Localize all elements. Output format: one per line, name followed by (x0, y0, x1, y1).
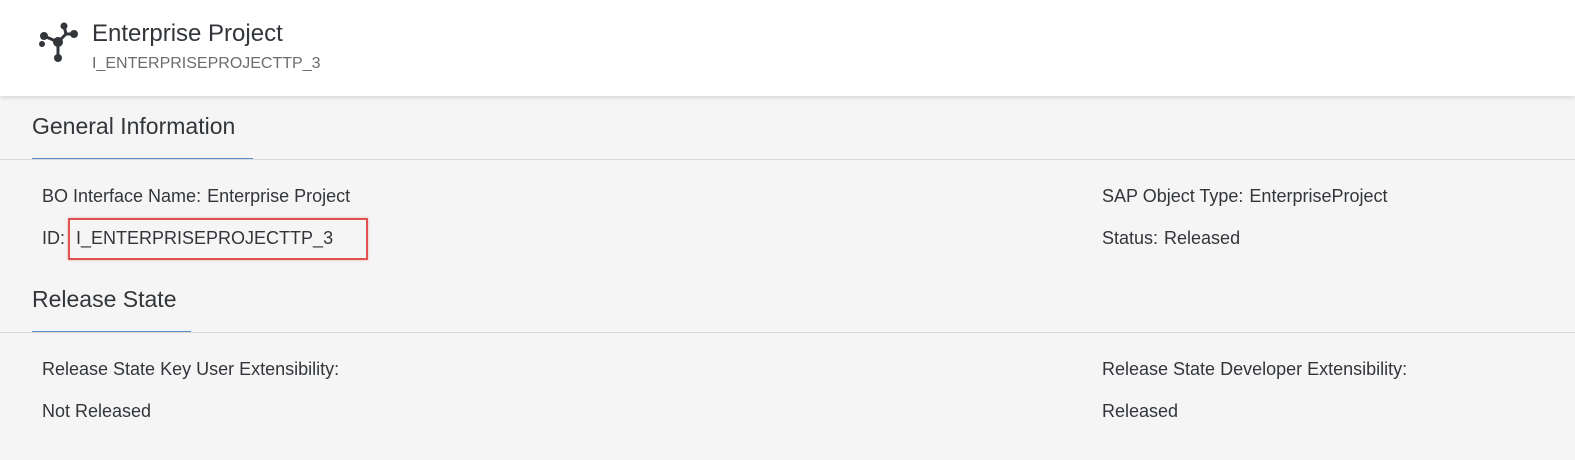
object-header: Enterprise Project I_ENTERPRISEPROJECTTP… (0, 0, 1575, 96)
page-title: Enterprise Project (92, 20, 283, 47)
id-highlight-box (68, 218, 368, 260)
developer-extensibility-value: Released (1102, 401, 1179, 421)
bo-interface-name-field: BO Interface Name: Enterprise Project (42, 186, 350, 207)
id-label: ID: (42, 228, 66, 248)
bo-interface-name-value: Enterprise Project (207, 186, 351, 206)
developer-extensibility-label: Release State Developer Extensibility: (1102, 359, 1408, 379)
sap-object-type-label: SAP Object Type: (1102, 186, 1244, 206)
key-user-extensibility-label: Release State Key User Extensibility: (42, 359, 340, 379)
page-subtitle: I_ENTERPRISEPROJECTTP_3 (92, 55, 321, 72)
sap-object-type-field: SAP Object Type: EnterpriseProject (1102, 186, 1387, 207)
section-title-release-state[interactable]: Release State (32, 286, 176, 313)
section-title-general-information[interactable]: General Information (32, 113, 235, 140)
status-label: Status: (1102, 228, 1159, 248)
bo-interface-name-label: BO Interface Name: (42, 186, 202, 206)
network-nodes-icon (39, 22, 78, 62)
sap-object-type-value: EnterpriseProject (1249, 186, 1388, 206)
section-divider (0, 332, 1575, 333)
key-user-extensibility-value: Not Released (42, 401, 152, 421)
section-divider (0, 159, 1575, 160)
status-value: Released (1164, 228, 1241, 248)
status-field: Status: Released (1102, 228, 1240, 249)
